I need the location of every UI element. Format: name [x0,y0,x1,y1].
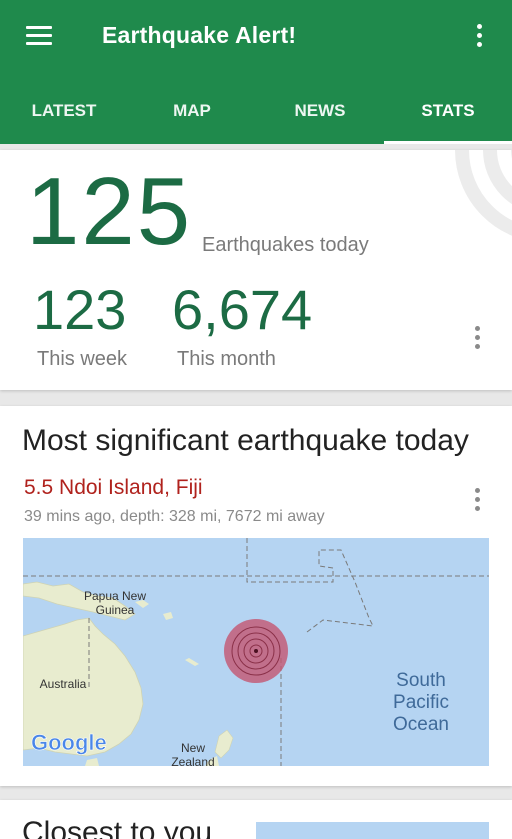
map-label-ocean: Pacific [393,692,449,713]
stats-card: 125 Earthquakes today 123 6,674 This wee… [0,150,512,390]
significant-heading: Most significant earthquake today [22,424,469,457]
tab-map[interactable]: MAP [128,80,256,144]
rings-logo-icon [455,150,512,236]
month-label: This month [177,348,276,370]
google-attribution: Google [31,730,107,755]
quake-meta: 39 mins ago, depth: 328 mi, 7672 mi away [24,508,325,525]
closest-card: Closest to you [0,800,512,839]
map-label-png: Guinea [96,603,135,617]
map-label-ocean: Ocean [393,714,449,735]
tab-news[interactable]: NEWS [256,80,384,144]
map-label-ocean: South [396,670,446,691]
quake-map[interactable]: Papua New Guinea Australia New Zealand S… [23,538,489,766]
today-count: 125 [26,158,193,265]
overflow-menu-icon[interactable] [468,20,492,52]
significant-card: Most significant earthquake today 5.5 Nd… [0,406,512,786]
epicenter-icon [224,619,288,683]
week-count: 123 [33,278,127,341]
app-bar: Earthquake Alert! LATEST MAP NEWS STATS [0,0,512,144]
tab-stats[interactable]: STATS [384,80,512,144]
tab-latest[interactable]: LATEST [0,80,128,144]
closest-map[interactable] [256,822,489,839]
quake-name-link[interactable]: 5.5 Ndoi Island, Fiji [24,476,203,500]
map-label-australia: Australia [40,677,87,691]
map-label-png: Papua New [84,589,146,603]
tab-bar: LATEST MAP NEWS STATS [0,80,512,144]
week-label: This week [37,348,128,370]
today-label: Earthquakes today [202,234,369,256]
map-canvas: Papua New Guinea Australia New Zealand S… [23,538,489,766]
map-label-nz: New [181,741,205,755]
month-count: 6,674 [172,278,313,341]
map-label-nz: Zealand [171,755,214,766]
closest-heading: Closest to you [22,816,213,839]
stats-overflow-icon[interactable] [466,324,490,354]
menu-icon[interactable] [22,22,56,52]
app-title: Earthquake Alert! [102,22,297,48]
quake-overflow-icon[interactable] [466,486,490,516]
